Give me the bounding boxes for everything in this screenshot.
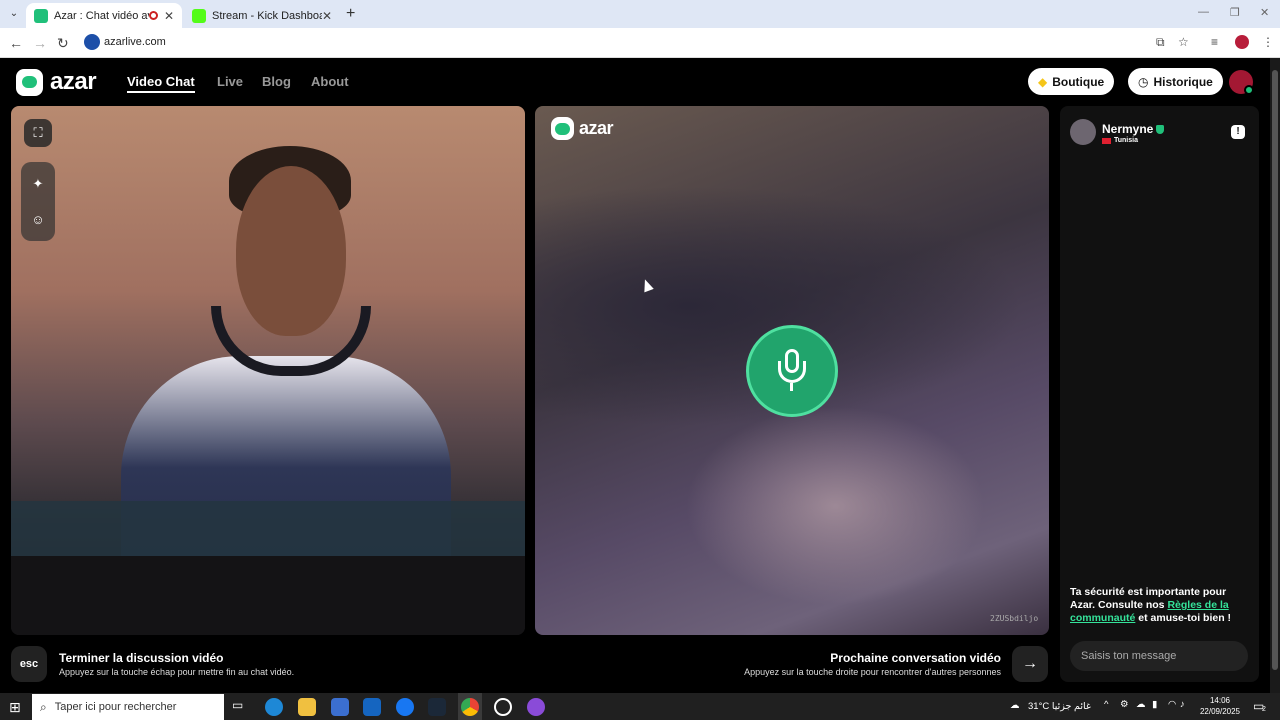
esc-button[interactable]: esc: [11, 646, 47, 682]
restore-icon[interactable]: ❐: [1230, 6, 1240, 19]
safety-text-suffix: et amuse-toi bien !: [1135, 612, 1232, 624]
tab-title: Azar : Chat vidéo avec de n: [54, 9, 149, 22]
azar-favicon-icon: [34, 8, 48, 23]
azar-logo[interactable]: azar: [16, 68, 97, 96]
azar-logo-icon: [16, 68, 43, 96]
nav-video-chat[interactable]: Video Chat: [127, 74, 195, 93]
nav-blog[interactable]: Blog: [262, 74, 291, 89]
clock-time: 14:06: [1209, 696, 1231, 705]
search-icon: ⌕: [40, 699, 47, 714]
reload-icon[interactable]: ↻: [57, 35, 69, 52]
self-video: [11, 106, 525, 635]
video-blur-shape: [685, 406, 985, 606]
tab-azar[interactable]: Azar : Chat vidéo avec de n ✕: [26, 3, 182, 28]
tray-apps-icon[interactable]: ⚙: [1120, 699, 1129, 710]
logo-text: azar: [50, 68, 97, 95]
menu-dots-icon[interactable]: ⋮: [1262, 35, 1274, 49]
tunisia-flag-icon: [1102, 137, 1111, 144]
partner-country-row: Tunisia: [1102, 137, 1138, 144]
partner-name-row: Nermyne: [1102, 122, 1165, 136]
tray-expand-icon[interactable]: ^: [1104, 699, 1108, 710]
windows-start-icon[interactable]: ⊞: [9, 699, 21, 716]
partner-name: Nermyne: [1102, 122, 1154, 136]
tab-kick[interactable]: Stream - Kick Dashboard ✕: [184, 3, 340, 28]
onedrive-icon[interactable]: ☁: [1136, 699, 1146, 710]
weather-icon: ☁: [1010, 700, 1020, 711]
message-input[interactable]: [1070, 641, 1248, 671]
weather-text[interactable]: 31°C غائم جزئيا: [1028, 701, 1091, 712]
next-arrow-button[interactable]: →: [1012, 646, 1048, 682]
partner-avatar[interactable]: [1070, 119, 1096, 145]
sparkle-effects-icon[interactable]: ✦: [24, 170, 52, 198]
kick-favicon-icon: [192, 8, 206, 23]
messenger-icon[interactable]: [527, 698, 545, 716]
partner-country: Tunisia: [1114, 137, 1138, 144]
close-tab-icon[interactable]: ✕: [164, 9, 174, 23]
historique-label: Historique: [1153, 74, 1213, 89]
chrome-icon[interactable]: [461, 698, 479, 716]
volume-icon[interactable]: ♪: [1180, 699, 1185, 710]
verified-shield-icon: [1156, 125, 1165, 135]
clock-date: 22/09/2025: [1199, 707, 1241, 716]
url-text[interactable]: azarlive.com: [104, 36, 166, 48]
minimize-icon[interactable]: —: [1198, 6, 1209, 18]
network-icon[interactable]: ▮: [1152, 699, 1157, 710]
back-icon[interactable]: ←: [9, 35, 23, 51]
remote-video-logo: azar: [551, 117, 614, 140]
outlook-icon[interactable]: [363, 698, 381, 716]
next-chat-title: Prochaine conversation vidéo: [830, 651, 1001, 665]
close-tab-icon[interactable]: ✕: [322, 9, 332, 23]
steam-icon[interactable]: [428, 698, 446, 716]
scrollbar-thumb[interactable]: [1272, 70, 1278, 670]
taskbar-search-placeholder: Taper ici pour rechercher: [54, 701, 177, 713]
azar-logo-icon: [551, 117, 574, 140]
end-chat-subtitle: Appuyez sur la touche échap pour mettre …: [59, 667, 295, 677]
new-tab-icon[interactable]: +: [346, 5, 355, 23]
edge-icon[interactable]: [265, 698, 283, 716]
nav-live[interactable]: Live: [217, 74, 243, 89]
fullscreen-icon[interactable]: ⛶: [24, 119, 52, 147]
video-id: 2ZUSbdiljo: [990, 614, 1039, 623]
face-filter-icon[interactable]: ☺: [24, 205, 52, 233]
file-explorer-icon[interactable]: [298, 698, 316, 716]
remote-logo-text: azar: [579, 118, 614, 138]
tab-search-icon[interactable]: ⌄: [6, 6, 22, 22]
recording-icon: [148, 11, 158, 20]
page-scrollbar[interactable]: [1270, 58, 1280, 693]
safety-notice: Ta sécurité est importante pour Azar. Co…: [1070, 586, 1250, 625]
forward-icon[interactable]: →: [33, 35, 47, 51]
next-chat-subtitle: Appuyez sur la touche droite pour rencon…: [744, 667, 1001, 677]
facebook-icon[interactable]: [396, 698, 414, 716]
nav-about[interactable]: About: [311, 74, 349, 89]
install-app-icon[interactable]: ⧉: [1156, 35, 1165, 50]
profile-avatar-icon[interactable]: [1235, 35, 1249, 49]
desk: [11, 556, 525, 635]
online-status-dot: [1244, 85, 1254, 95]
report-icon[interactable]: !: [1231, 125, 1245, 139]
gem-icon: ◆: [1038, 74, 1048, 89]
address-bar: [0, 28, 1280, 58]
boutique-label: Boutique: [1052, 74, 1105, 89]
clock-icon: ◷: [1138, 74, 1149, 89]
tab-title: Stream - Kick Dashboard: [212, 9, 322, 22]
window-close-icon[interactable]: ✕: [1260, 6, 1269, 19]
store-icon[interactable]: [331, 698, 349, 716]
microphone-button[interactable]: [746, 325, 838, 417]
task-view-icon[interactable]: ▭: [232, 698, 250, 716]
site-info-icon[interactable]: [84, 34, 100, 50]
notification-count: 2: [1262, 706, 1266, 713]
taskbar-search[interactable]: ⌕ Taper ici pour rechercher: [32, 694, 224, 720]
end-chat-title: Terminer la discussion vidéo: [59, 651, 224, 665]
keyboard: [11, 501, 525, 556]
bookmark-star-icon[interactable]: ☆: [1178, 35, 1189, 49]
taskbar-clock[interactable]: 14:06 22/09/2025: [1190, 695, 1250, 717]
microphone-icon: [778, 349, 806, 393]
media-control-icon[interactable]: ≡: [1211, 35, 1218, 49]
wifi-icon[interactable]: ◠: [1168, 699, 1176, 710]
obs-icon[interactable]: [494, 698, 512, 716]
historique-button[interactable]: ◷ Historique: [1128, 68, 1223, 95]
boutique-button[interactable]: ◆ Boutique: [1028, 68, 1115, 95]
